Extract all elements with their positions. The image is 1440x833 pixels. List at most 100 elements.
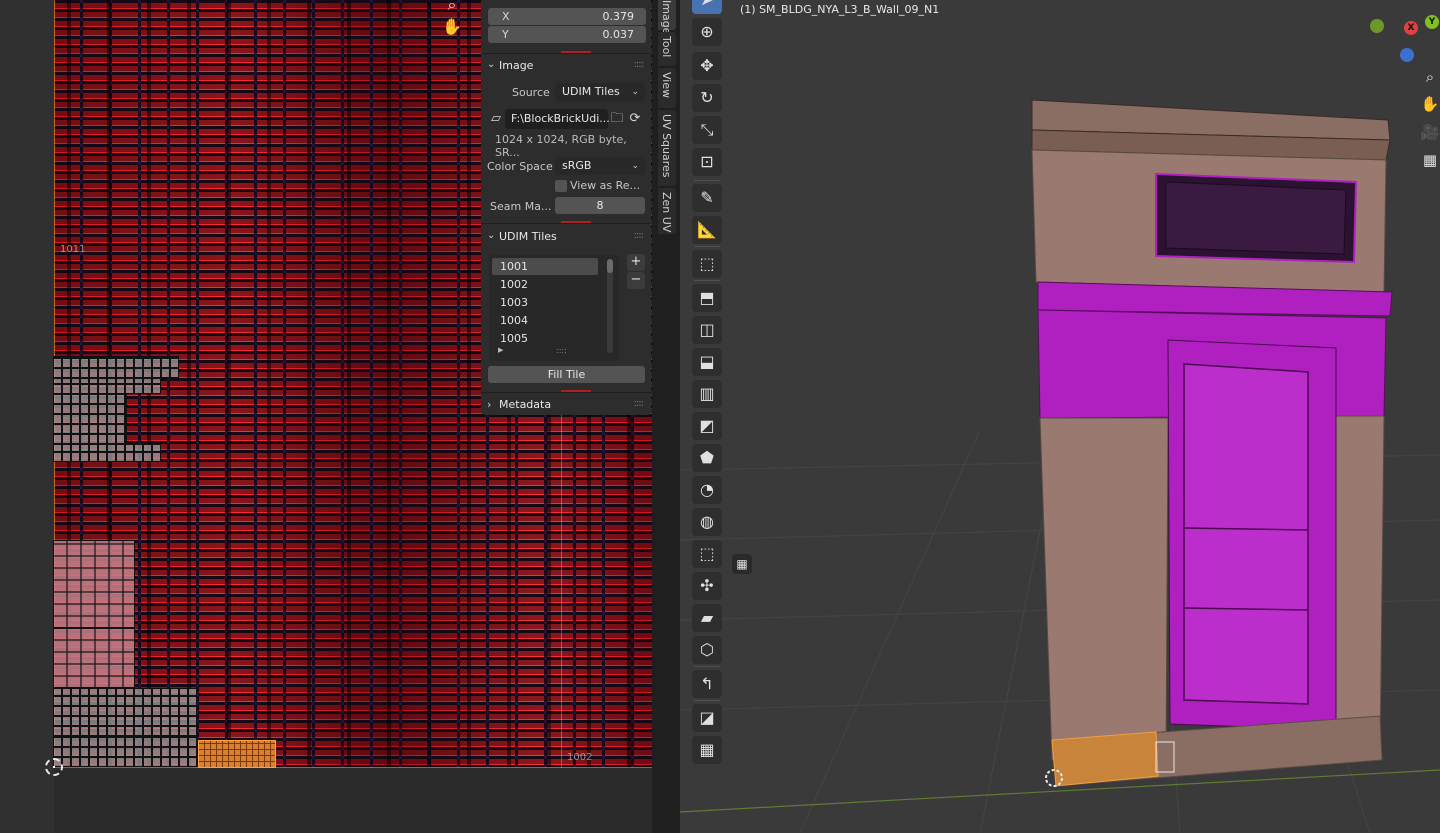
fill-tile-button[interactable]: Fill Tile	[488, 366, 645, 383]
tab-image[interactable]: Image	[658, 0, 676, 34]
uv-island[interactable]	[53, 736, 197, 767]
scrollbar-thumb[interactable]	[607, 259, 613, 273]
tab-zen-uv-label: Zen UV	[660, 192, 673, 233]
perspective-grid-icon[interactable]: ▦	[1420, 150, 1440, 170]
reload-icon[interactable]: ⟳	[626, 109, 644, 129]
add-cube-tool[interactable]: ⬚	[692, 250, 722, 278]
curve-tool[interactable]: ↰	[692, 670, 722, 698]
tab-view[interactable]: View	[658, 68, 676, 108]
move-tool[interactable]: ✥	[692, 52, 722, 80]
drag-grip-icon[interactable]: ::::	[634, 59, 645, 70]
bevel-tool[interactable]: ⬓	[692, 348, 722, 376]
tool-shelf: ➤ ⊕ ✥ ↻ ⤡ ⊡ ✎ 📐 ⬚ ⬒ ◫ ⬓ ▥ ◩ ⬟ ◔ ◍ ⬚ ✣ ▰ …	[690, 0, 724, 770]
tool-divider	[694, 666, 720, 667]
shrink-fatten-tool[interactable]: ✣	[692, 572, 722, 600]
tab-view-label: View	[660, 72, 673, 99]
edge-slide-tool[interactable]: ⬚	[692, 540, 722, 568]
uv-island[interactable]	[53, 688, 197, 736]
udim-tile-label: 1002	[567, 752, 593, 763]
tab-tool-label: Tool	[660, 36, 673, 58]
uv-editor-left-margin	[0, 0, 54, 833]
tab-zen-uv[interactable]: Zen UV	[658, 188, 676, 234]
udim-tile-item[interactable]: 1001	[492, 258, 598, 275]
drag-grip-icon[interactable]: ::::	[634, 230, 645, 241]
smooth-tool[interactable]: ◍	[692, 508, 722, 536]
zoom-icon[interactable]: ⌕	[1420, 67, 1440, 87]
image-panel-title: Image	[499, 59, 534, 72]
sidebar-tabs: Image Tool View UV Squares Zen UV	[652, 0, 680, 833]
udim-tile-item[interactable]: 1005	[492, 330, 598, 347]
measure-tool[interactable]: 📐	[692, 216, 722, 244]
file-path-value: F:\BlockBrickUdi...	[511, 112, 610, 125]
tool-divider	[694, 246, 720, 247]
uv-y-value: 0.037	[602, 28, 635, 41]
extrude-tool[interactable]: ⬒	[692, 284, 722, 312]
axis-neg-y-dot[interactable]	[1370, 19, 1384, 33]
axis-y-dot[interactable]: Y	[1425, 15, 1439, 29]
udim-tile-label: 1011	[60, 244, 86, 255]
tab-uv-squares[interactable]: UV Squares	[658, 110, 676, 186]
hand-pan-icon[interactable]: ✋	[1420, 94, 1440, 114]
tool-divider	[694, 180, 720, 181]
view-as-render-checkbox[interactable]	[555, 180, 567, 192]
spin-tool[interactable]: ◔	[692, 476, 722, 504]
camera-icon[interactable]: 🎥	[1420, 122, 1440, 142]
select-box-tool[interactable]: ➤	[692, 0, 722, 14]
metadata-panel-header[interactable]: › Metadata ::::	[481, 395, 651, 415]
3d-viewport[interactable]: (1) SM_BLDG_NYA_L3_B_Wall_09_N1 ➤ ⊕ ✥ ↻ …	[680, 0, 1440, 833]
checker-tool[interactable]: ▦	[692, 736, 722, 764]
tile-boundary-line	[561, 415, 562, 768]
tab-tool[interactable]: Tool	[658, 32, 676, 66]
poly-build-tool[interactable]: ⬟	[692, 444, 722, 472]
udim-tile-list[interactable]: 1001 1002 1003 1004 1005 ▶ ::::	[489, 255, 619, 361]
loop-cut-tool[interactable]: ▥	[692, 380, 722, 408]
uv-y-label: Y	[502, 28, 509, 41]
hand-pan-icon[interactable]: ✋	[441, 16, 463, 38]
uv-island-selected[interactable]	[198, 740, 276, 768]
drag-grip-icon[interactable]: ::::	[634, 398, 645, 409]
inset-tool[interactable]: ◫	[692, 316, 722, 344]
image-panel-header[interactable]: ⌄ Image ::::	[481, 56, 651, 76]
seam-margin-field[interactable]: 8	[555, 197, 645, 214]
resize-grip-icon[interactable]: ::::	[556, 346, 567, 355]
transform-tool[interactable]: ⊡	[692, 148, 722, 176]
udim-tile-item[interactable]: 1003	[492, 294, 598, 311]
color-space-dropdown[interactable]: sRGB ⌄	[555, 157, 645, 175]
uv-island[interactable]	[53, 540, 135, 628]
knife-tool[interactable]: ◩	[692, 412, 722, 440]
cursor-tool[interactable]: ⊕	[692, 18, 722, 46]
shear-tool[interactable]: ▰	[692, 604, 722, 632]
axis-x-dot[interactable]: X	[1404, 21, 1418, 35]
uv-island[interactable]	[53, 378, 161, 394]
remove-tile-button[interactable]: −	[627, 272, 645, 289]
folder-icon[interactable]: 🗀	[608, 109, 626, 129]
source-dropdown[interactable]: UDIM Tiles ⌄	[555, 83, 645, 101]
rip-region-tool[interactable]: ⬡	[692, 636, 722, 664]
chevron-down-icon: ⌄	[631, 161, 639, 171]
uv-island[interactable]	[53, 628, 135, 688]
checker-toggle-icon[interactable]: ▦	[732, 554, 752, 574]
uv-editor[interactable]: 1011 1002 ⌕ ✋ X 0.379 Y 0.037 ⌄ Image ::…	[0, 0, 660, 833]
scale-tool[interactable]: ⤡	[692, 116, 722, 144]
tab-uv-squares-label: UV Squares	[660, 114, 673, 178]
2d-cursor-icon[interactable]	[45, 758, 63, 776]
axis-z-dot[interactable]	[1400, 48, 1414, 62]
expand-arrow-icon[interactable]: ▶	[498, 346, 503, 354]
add-tile-button[interactable]: +	[627, 254, 645, 271]
uv-x-field[interactable]: X 0.379	[488, 8, 646, 25]
uv-island[interactable]	[53, 394, 127, 444]
uv-island[interactable]	[53, 356, 179, 378]
list-scrollbar[interactable]	[607, 259, 613, 353]
udim-panel-header[interactable]: ⌄ UDIM Tiles ::::	[481, 227, 651, 247]
annotate-tool[interactable]: ✎	[692, 184, 722, 212]
udim-tile-item[interactable]: 1004	[492, 312, 598, 329]
seam-margin-label: Seam Ma...	[490, 200, 552, 213]
uv-y-field[interactable]: Y 0.037	[488, 26, 646, 43]
udim-tile-item[interactable]: 1002	[492, 276, 598, 293]
rotate-tool[interactable]: ↻	[692, 84, 722, 112]
texel-density-tool[interactable]: ◪	[692, 704, 722, 732]
uv-island[interactable]	[53, 444, 161, 462]
file-path-field[interactable]: F:\BlockBrickUdi...	[505, 109, 610, 129]
chevron-right-icon: ›	[487, 398, 492, 411]
zoom-icon[interactable]: ⌕	[441, 0, 463, 16]
